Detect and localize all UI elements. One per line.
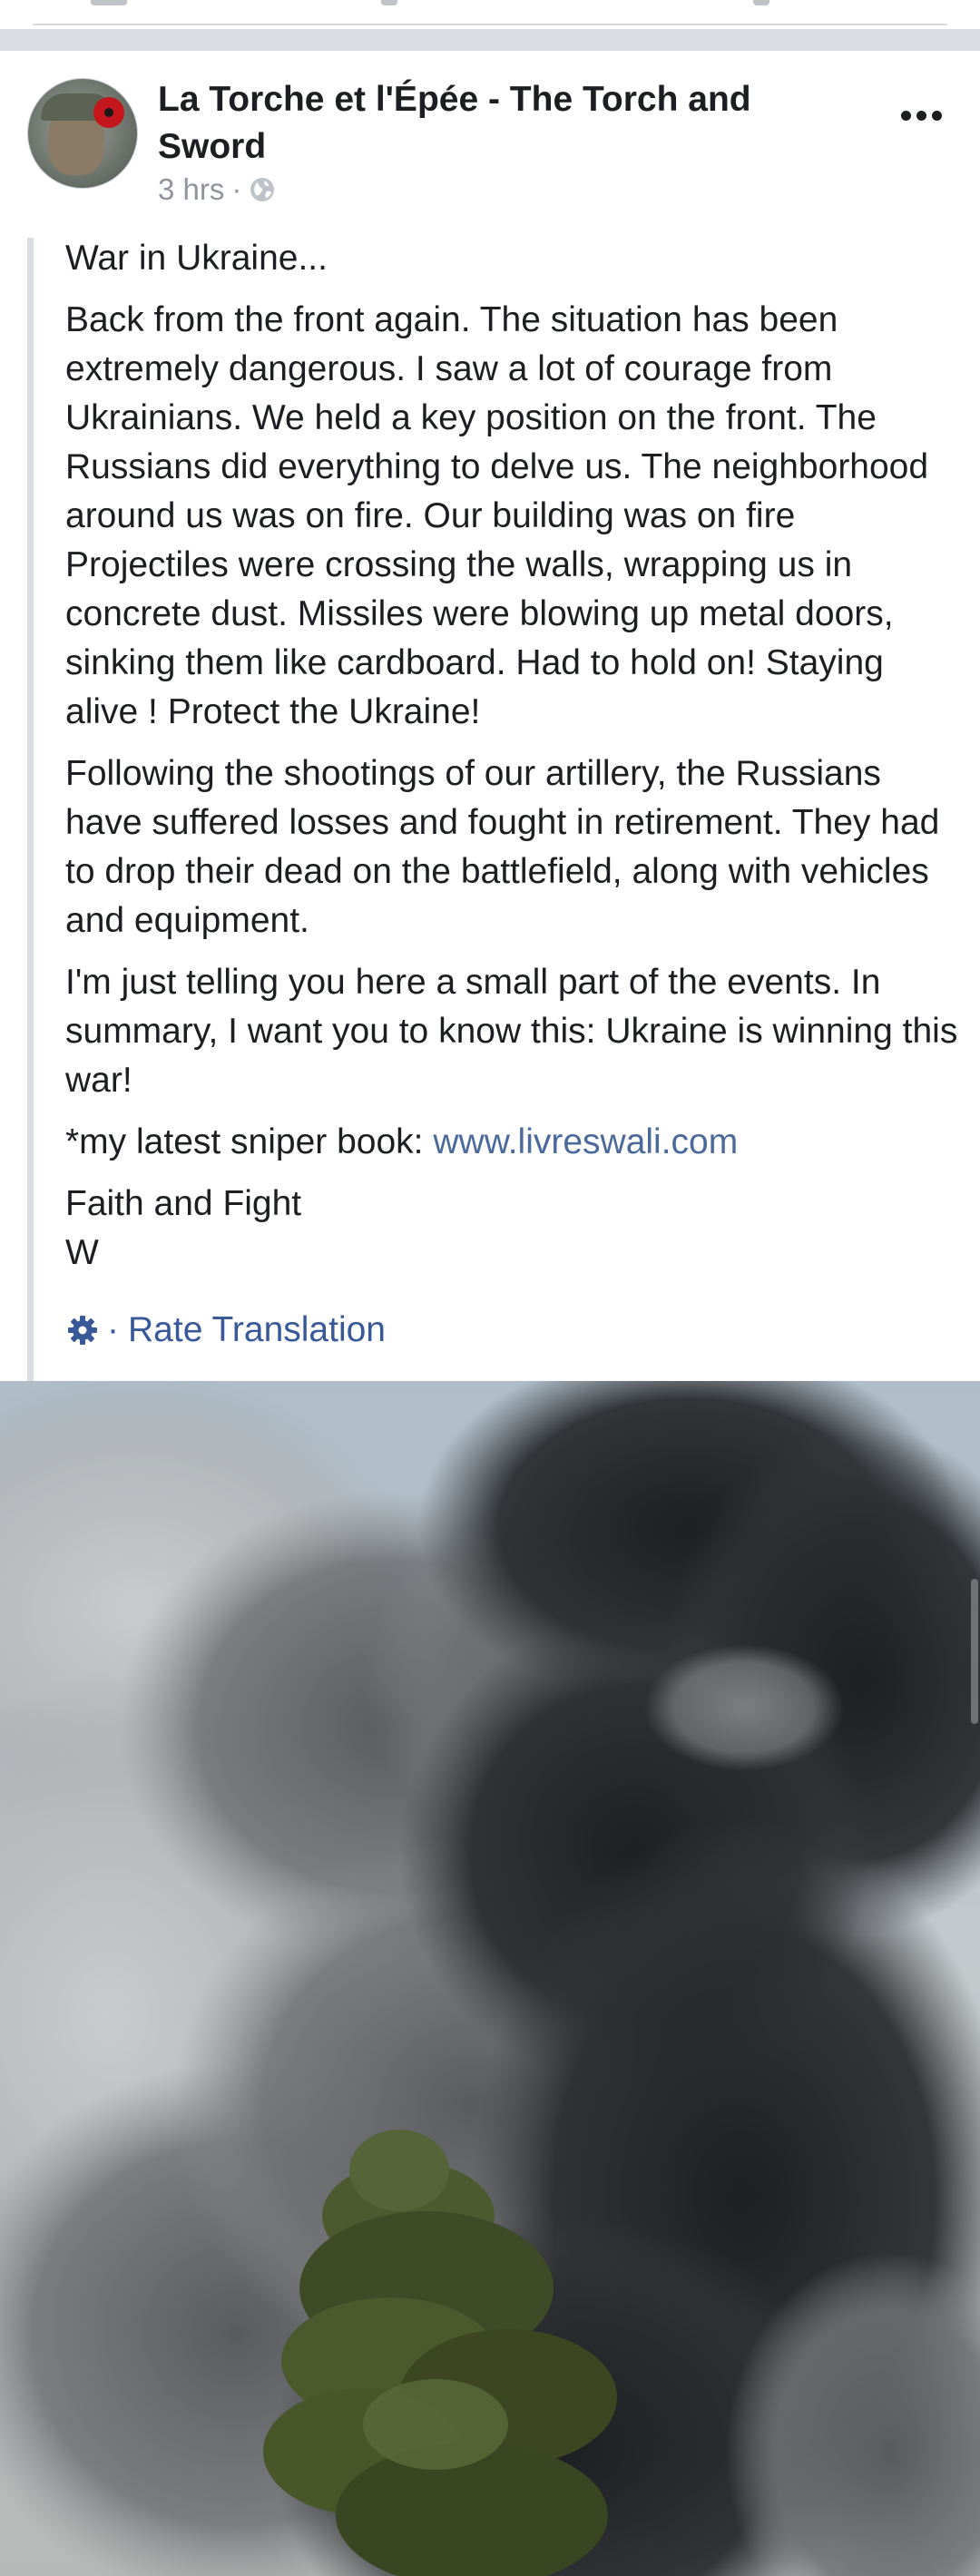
post-paragraph: I'm just telling you here a small part o… xyxy=(65,963,958,1100)
previous-action-icon xyxy=(381,0,397,5)
rate-translation-link[interactable]: Rate Translation xyxy=(128,1306,386,1355)
gear-icon[interactable] xyxy=(65,1313,100,1347)
feed-separator xyxy=(0,29,980,51)
page-avatar[interactable] xyxy=(27,78,138,189)
more-dot xyxy=(916,110,926,121)
poppy-center xyxy=(104,108,113,117)
globe-icon xyxy=(250,178,275,201)
rate-translation-row: · Rate Translation xyxy=(65,1306,386,1355)
post-paragraph: Following the shootings of our artillery… xyxy=(65,754,940,940)
more-dot xyxy=(931,110,942,121)
post-photo[interactable] xyxy=(0,1381,980,2576)
previous-post-edge xyxy=(0,0,980,29)
book-line: *my latest sniper book: www.livreswali.c… xyxy=(65,1118,964,1167)
book-prefix: *my latest sniper book: xyxy=(65,1122,434,1161)
translation-quote-bar xyxy=(27,238,34,1383)
divider xyxy=(33,24,947,25)
rate-separator: · xyxy=(107,1310,119,1349)
smoke-photo xyxy=(0,1381,980,2576)
previous-action-icon xyxy=(753,0,769,5)
signoff: Faith and Fight W xyxy=(65,1180,964,1278)
meta-separator: · xyxy=(231,172,242,206)
book-link[interactable]: www.livreswali.com xyxy=(433,1122,738,1161)
more-horizontal-icon xyxy=(900,110,911,121)
page-name-link[interactable]: La Torche et l'Épée - The Torch and Swor… xyxy=(158,76,848,171)
post-paragraph: Back from the front again. The situation… xyxy=(65,300,929,731)
post-meta: 3 hrs · xyxy=(158,172,276,207)
signoff-initial: W xyxy=(65,1233,99,1272)
signoff-line: Faith and Fight xyxy=(65,1184,302,1223)
more-options-button[interactable] xyxy=(889,93,953,138)
post-text: War in Ukraine... Back from the front ag… xyxy=(65,234,964,1278)
post-timestamp[interactable]: 3 hrs xyxy=(158,172,224,207)
previous-action-icon xyxy=(91,0,127,5)
post-paragraph: War in Ukraine... xyxy=(65,239,328,278)
scroll-indicator xyxy=(971,1579,978,1724)
